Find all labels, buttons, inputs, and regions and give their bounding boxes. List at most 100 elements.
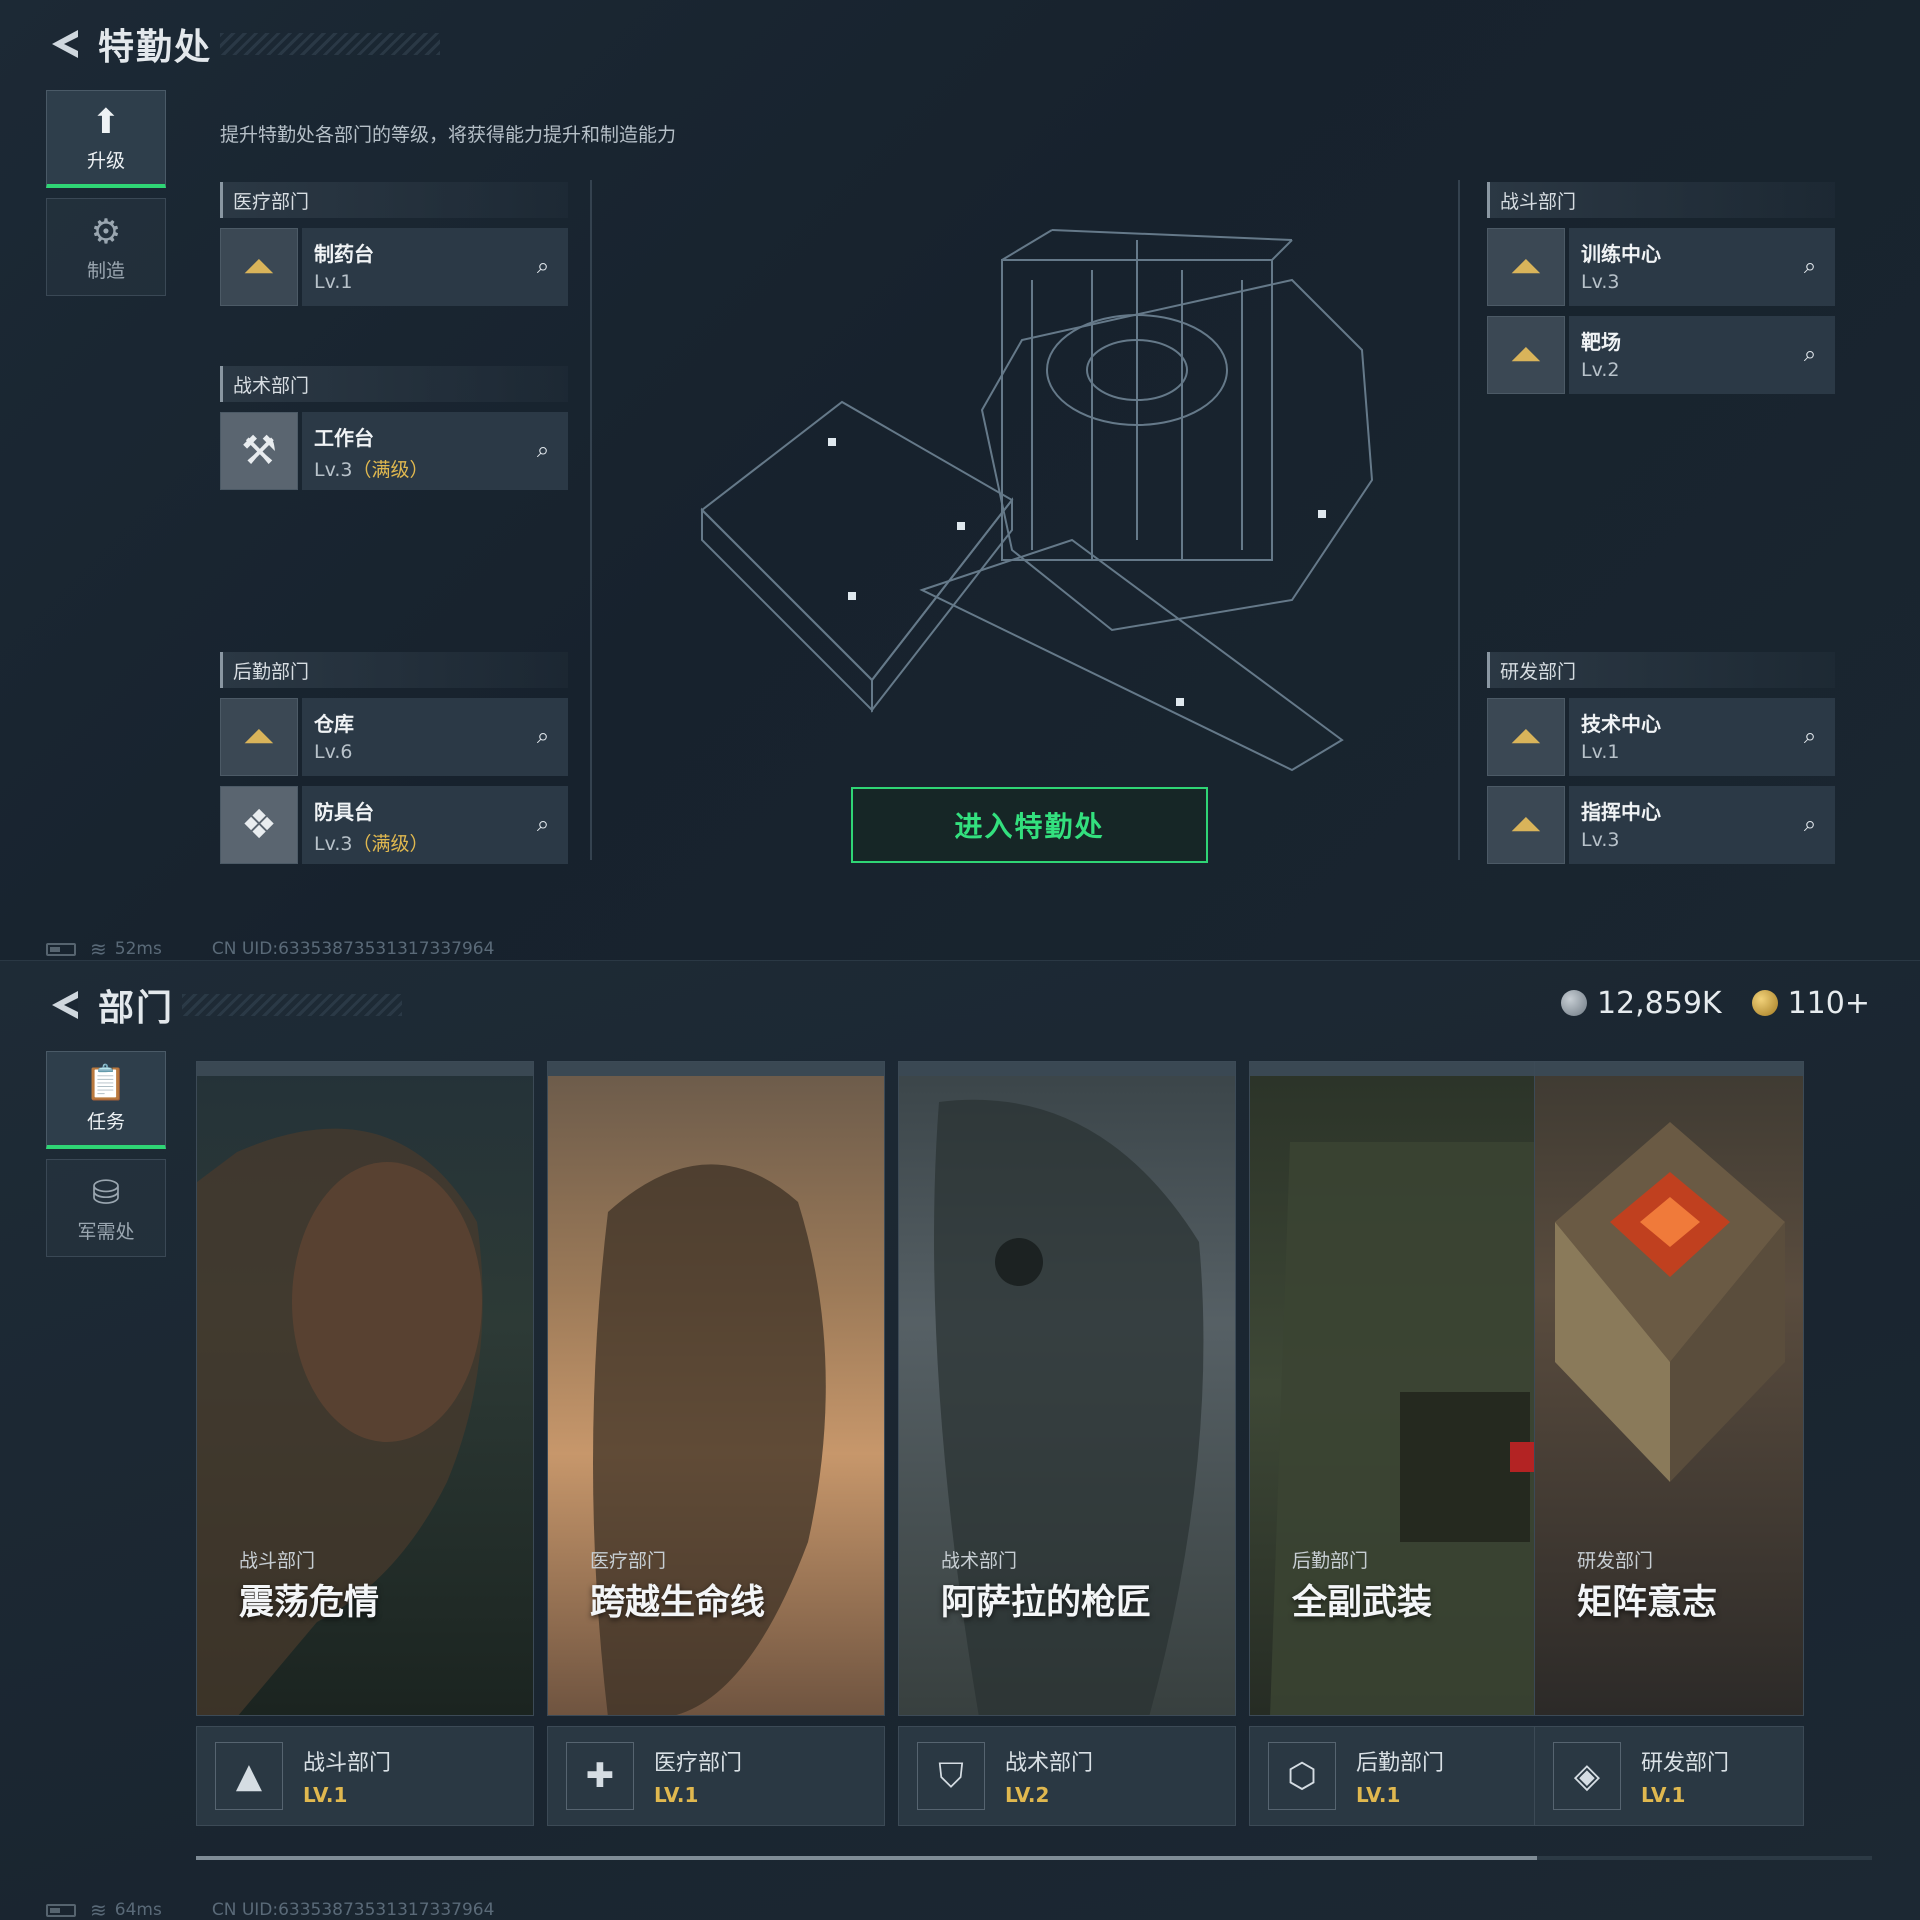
dept-name: 战斗部门 <box>303 1751 392 1776</box>
card-image: 医疗部门 跨越生命线 <box>547 1061 885 1716</box>
enter-special-ops-button[interactable]: 进入特勤处 <box>851 787 1208 863</box>
card-title: 矩阵意志 <box>1577 1583 1718 1623</box>
departments-panel: 部门 12,859K 110+ 📋 任务 ⛁ 军需处 战斗部门 震荡危情 ▲ 战… <box>0 960 1920 1920</box>
facility-name: 靶场 <box>1581 330 1621 354</box>
armor-cubes-icon: ❖ <box>220 786 298 864</box>
search-icon[interactable]: ⌕ <box>1795 251 1825 281</box>
dept-logistics: 后勤部门 ⏶ 仓库 Lv.6 ⌕ ❖ 防具台 Lv.3（满级） ⌕ <box>220 652 568 874</box>
search-icon[interactable]: ⌕ <box>528 435 558 465</box>
scrollbar-thumb[interactable] <box>196 1856 1537 1860</box>
facility-name: 训练中心 <box>1581 242 1661 266</box>
back-arrow-icon[interactable] <box>46 26 82 62</box>
search-icon[interactable]: ⌕ <box>1795 809 1825 839</box>
header: 特勤处 <box>46 22 441 68</box>
card-category: 后勤部门 <box>1292 1550 1369 1572</box>
currency-value: 12,859K <box>1596 985 1722 1021</box>
tab-craft[interactable]: ⚙ 制造 <box>46 198 166 296</box>
facility-pharmacy[interactable]: ⏶ 制药台 Lv.1 ⌕ <box>220 228 568 306</box>
facility-name: 制药台 <box>314 242 374 266</box>
rank-chevron-icon: ⏶ <box>1487 228 1565 306</box>
header: 部门 <box>46 983 403 1029</box>
facility-name: 指挥中心 <box>1581 800 1661 824</box>
currency-silver[interactable]: 12,859K <box>1560 985 1722 1021</box>
department-card[interactable]: 研发部门 矩阵意志 ◈ 研发部门 LV.1 <box>1534 1061 1804 1826</box>
silver-coin-icon <box>1560 990 1587 1016</box>
tab-quartermaster[interactable]: ⛁ 军需处 <box>46 1159 166 1257</box>
card-category: 研发部门 <box>1577 1550 1654 1572</box>
medical-cross-icon: ✚ <box>566 1742 634 1810</box>
facility-workbench[interactable]: ⚒ 工作台 Lv.3（满级） ⌕ <box>220 412 568 490</box>
card-image: 战斗部门 震荡危情 <box>196 1061 534 1716</box>
horizontal-scrollbar[interactable] <box>196 1856 1872 1860</box>
tab-tasks[interactable]: 📋 任务 <box>46 1051 166 1149</box>
craft-gear-icon: ⚙ <box>90 211 122 252</box>
facility-name: 仓库 <box>314 712 354 736</box>
rank-chevron-icon: ⏶ <box>1487 316 1565 394</box>
logistics-hex-icon: ⬡ <box>1268 1742 1336 1810</box>
coins-icon: ⛁ <box>91 1172 121 1213</box>
search-icon[interactable]: ⌕ <box>1795 721 1825 751</box>
card-title: 全副武装 <box>1292 1583 1433 1623</box>
header-stripes <box>220 33 441 55</box>
wifi-icon: ≋ <box>90 937 107 960</box>
card-title: 跨越生命线 <box>590 1583 766 1623</box>
facility-level: Lv.1 <box>314 271 353 293</box>
facility-level: Lv.3 <box>1581 829 1620 851</box>
tab-upgrade[interactable]: ⬆ 升级 <box>46 90 166 188</box>
tactical-shield-icon: ⛉ <box>917 1742 985 1810</box>
ping: 64ms <box>114 1900 162 1920</box>
combat-dept-icon: ▲ <box>215 1742 283 1810</box>
dept-header: 战斗部门 <box>1487 182 1835 218</box>
tab-label: 任务 <box>86 1111 125 1133</box>
currency-value: 110+ <box>1787 985 1870 1021</box>
page-title: 特勤处 <box>98 27 213 68</box>
facility-name: 防具台 <box>314 800 374 824</box>
facility-training-center[interactable]: ⏶ 训练中心 Lv.3 ⌕ <box>1487 228 1835 306</box>
dept-level: LV.1 <box>1356 1783 1401 1807</box>
facility-level: Lv.2 <box>1581 359 1620 381</box>
facility-command-center[interactable]: ⏶ 指挥中心 Lv.3 ⌕ <box>1487 786 1835 864</box>
uid: CN UID:633538735313173379​64 <box>211 1900 495 1920</box>
side-tabs: 📋 任务 ⛁ 军需处 <box>46 1051 166 1267</box>
task-icon: 📋 <box>84 1063 128 1103</box>
dept-combat: 战斗部门 ⏶ 训练中心 Lv.3 ⌕ ⏶ 靶场 Lv.2 ⌕ <box>1487 182 1835 404</box>
card-category: 战术部门 <box>941 1550 1018 1572</box>
status-bar: ≋ 64ms CN UID:633538735313173379​64 <box>46 1898 495 1920</box>
facility-level: Lv.6 <box>314 741 353 763</box>
side-tabs: ⬆ 升级 ⚙ 制造 <box>46 90 166 306</box>
facility-level: Lv.1 <box>1581 741 1620 763</box>
search-icon[interactable]: ⌕ <box>1795 339 1825 369</box>
department-card[interactable]: 医疗部门 跨越生命线 ✚ 医疗部门 LV.1 <box>547 1061 885 1826</box>
card-footer: ▲ 战斗部门 LV.1 <box>196 1726 534 1826</box>
currency-gold[interactable]: 110+ <box>1751 985 1870 1021</box>
facility-shooting-range[interactable]: ⏶ 靶场 Lv.2 ⌕ <box>1487 316 1835 394</box>
department-card[interactable]: 战术部门 阿萨拉的枪匠 ⛉ 战术部门 LV.2 <box>898 1061 1236 1826</box>
wifi-icon: ≋ <box>90 1898 107 1920</box>
page-title: 部门 <box>98 988 175 1029</box>
dept-header: 战术部门 <box>220 366 568 402</box>
base-wireframe-model[interactable] <box>592 180 1462 860</box>
dept-level: LV.2 <box>1005 1783 1050 1807</box>
dept-level: LV.1 <box>1641 1783 1686 1807</box>
card-footer: ✚ 医疗部门 LV.1 <box>547 1726 885 1826</box>
facility-tech-center[interactable]: ⏶ 技术中心 Lv.1 ⌕ <box>1487 698 1835 776</box>
search-icon[interactable]: ⌕ <box>528 809 558 839</box>
card-title: 震荡危情 <box>239 1583 380 1623</box>
research-diamond-icon: ◈ <box>1553 1742 1621 1810</box>
search-icon[interactable]: ⌕ <box>528 251 558 281</box>
department-cards: 战斗部门 震荡危情 ▲ 战斗部门 LV.1 医疗部门 跨越生命线 ✚ 医疗部门 … <box>196 1061 1872 1826</box>
search-icon[interactable]: ⌕ <box>528 721 558 751</box>
currency-bar: 12,859K 110+ <box>1531 981 1870 1025</box>
back-arrow-icon[interactable] <box>46 987 82 1023</box>
facility-name: 工作台 <box>314 426 374 450</box>
department-card[interactable]: 战斗部门 震荡危情 ▲ 战斗部门 LV.1 <box>196 1061 534 1826</box>
facility-armor-bench[interactable]: ❖ 防具台 Lv.3（满级） ⌕ <box>220 786 568 864</box>
battery-icon <box>46 942 76 956</box>
description: 提升特勤处各部门的等级，将获得能力提升和制造能力 <box>220 124 677 146</box>
base-model-frame <box>590 180 1460 860</box>
dept-name: 战术部门 <box>1005 1751 1094 1776</box>
dept-tactical: 战术部门 ⚒ 工作台 Lv.3（满级） ⌕ <box>220 366 568 500</box>
card-image: 战术部门 阿萨拉的枪匠 <box>898 1061 1236 1716</box>
facility-warehouse[interactable]: ⏶ 仓库 Lv.6 ⌕ <box>220 698 568 776</box>
dept-header: 医疗部门 <box>220 182 568 218</box>
